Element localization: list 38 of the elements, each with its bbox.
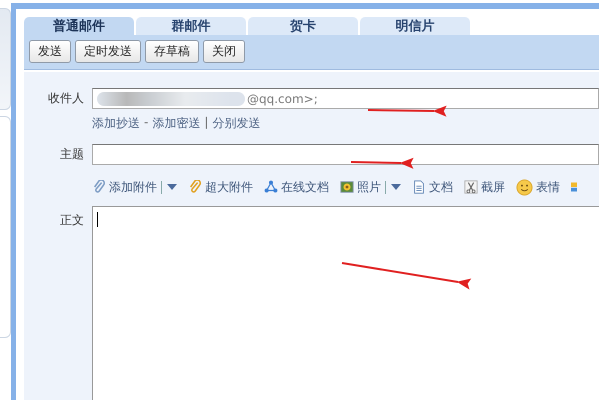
toolbar-button[interactable]: 定时发送 [75, 40, 141, 63]
recipient-field[interactable]: @qq.com>; [92, 88, 599, 109]
toolbar-item[interactable]: 添加附件 [92, 178, 177, 196]
annotation-arrow [350, 158, 414, 169]
toolbar-item[interactable]: 表情 [516, 178, 560, 196]
toolbar-button[interactable]: 关闭 [203, 40, 245, 63]
paperclip-icon [188, 180, 202, 194]
link[interactable]: 添加密送 [152, 115, 200, 132]
toolbar-item[interactable]: 在线文档 [264, 178, 329, 196]
scissors-icon [464, 180, 478, 194]
separator: - [144, 115, 148, 131]
message-body-field[interactable] [92, 206, 599, 400]
toolbar-item[interactable]: 文档 [412, 178, 453, 196]
caret-icon[interactable] [167, 184, 177, 190]
toolbar-button[interactable]: 发送 [29, 40, 71, 63]
paperclip-icon [92, 180, 106, 194]
document-icon [412, 180, 426, 194]
subject-field[interactable] [92, 144, 599, 165]
field-label: 主题 [59, 146, 85, 163]
tab[interactable]: 群邮件 [136, 17, 246, 35]
tab[interactable]: 贺卡 [248, 17, 358, 35]
caret-icon[interactable] [391, 184, 401, 190]
tab[interactable]: 普通邮件 [24, 17, 134, 35]
nodes-icon [264, 180, 278, 194]
smiley-icon [516, 178, 533, 196]
field-label: 正文 [59, 212, 85, 229]
tab[interactable]: 明信片 [360, 17, 470, 35]
toolbar-button[interactable]: 存草稿 [145, 40, 199, 63]
toolbar-item[interactable]: 照片 [340, 178, 401, 196]
grid-icon[interactable] [571, 180, 577, 194]
link[interactable]: 添加抄送 [92, 115, 140, 132]
field-label: 收件人 [47, 90, 85, 107]
text-cursor [97, 212, 98, 227]
link[interactable]: 分别发送 [212, 115, 260, 132]
toolbar-item[interactable]: 超大附件 [188, 178, 253, 196]
photo-icon [340, 180, 354, 194]
separator: | [204, 115, 208, 131]
toolbar-item[interactable]: 截屏 [464, 178, 505, 196]
